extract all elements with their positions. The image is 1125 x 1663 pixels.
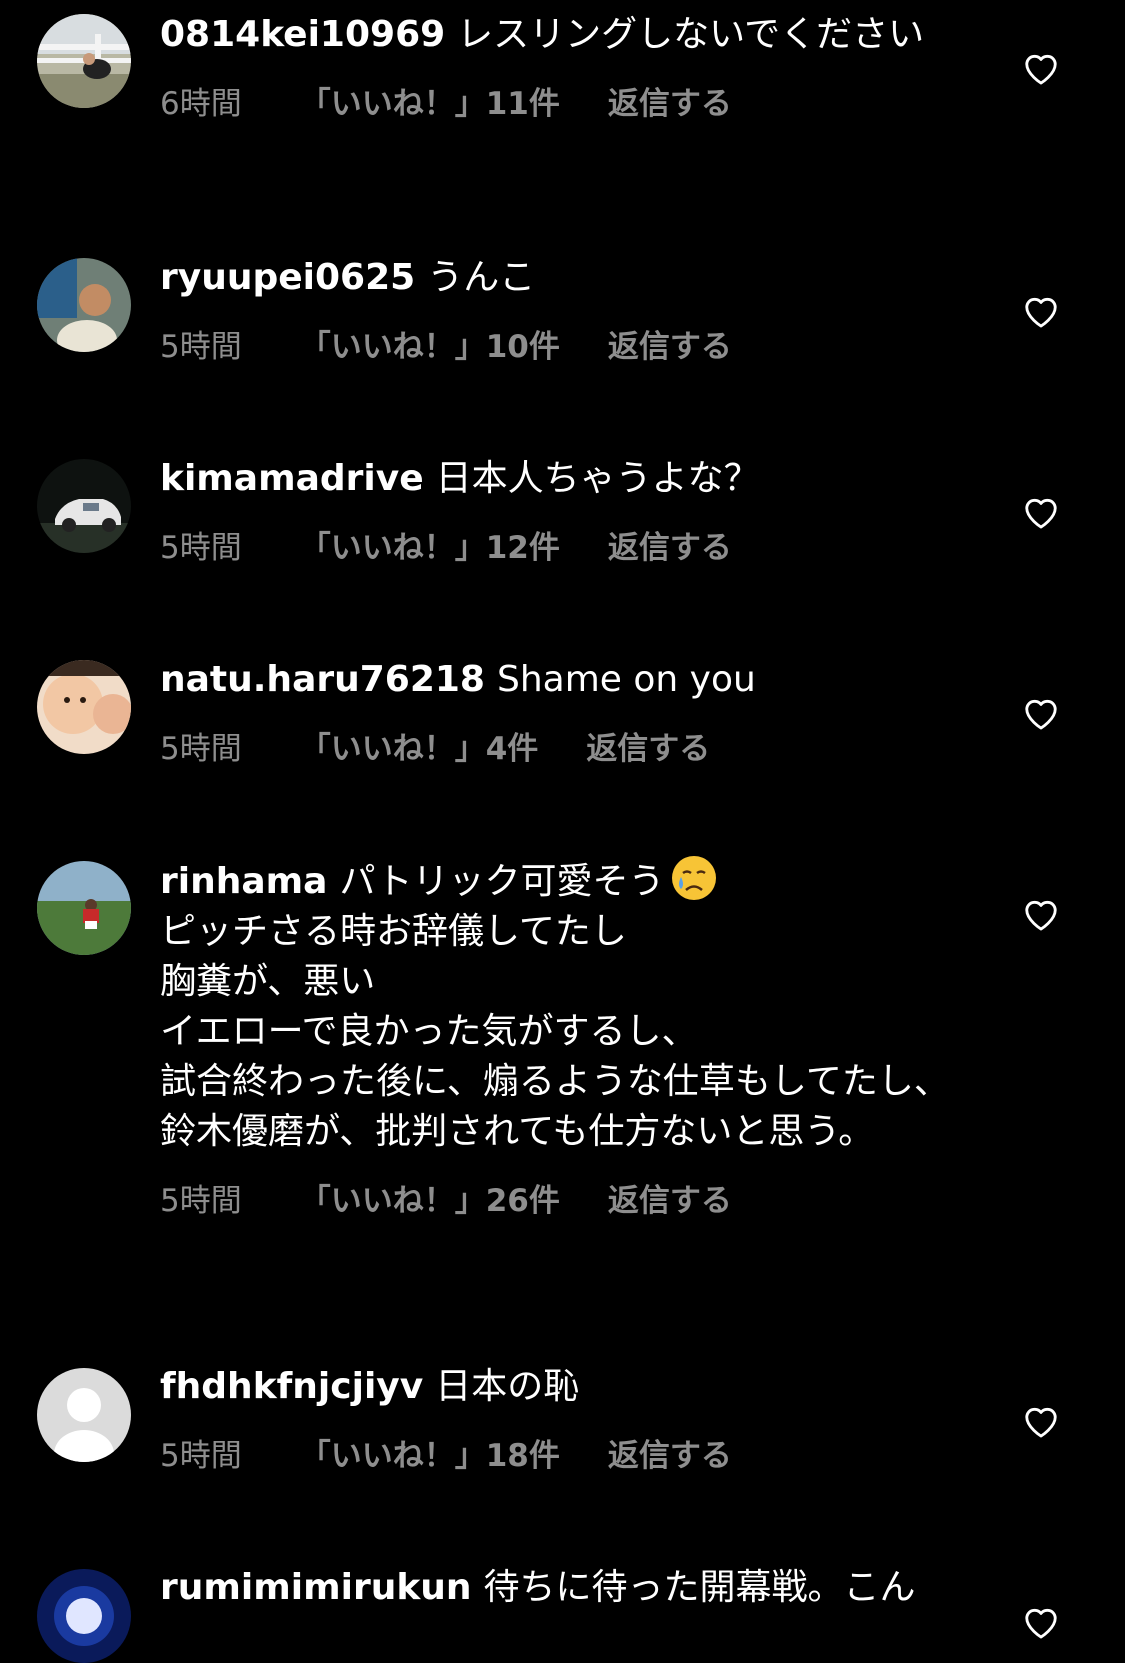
comment-meta: 5時間 「いいね！」4件 返信する [160,723,950,768]
avatar[interactable] [37,861,131,955]
comment-text: 0814kei10969 レスリングしないでください [160,10,950,60]
like-heart-icon[interactable] [1022,494,1060,530]
comment-meta: 5時間 「いいね！」26件 返信する [160,1175,950,1220]
comment-text: kimamadrive 日本人ちゃうよな？ [160,454,950,504]
comment-username[interactable]: 0814kei10969 [160,14,445,55]
avatar[interactable] [37,459,131,553]
comment-text: fhdhkfnjcjiyv 日本の恥 [160,1362,950,1412]
avatar[interactable] [37,1368,131,1462]
comment-username[interactable]: rumimimirukun [160,1567,472,1608]
comment-message: 待ちに待った開幕戦。こん [483,1567,916,1608]
comment-username[interactable]: natu.haru76218 [160,659,485,700]
like-heart-icon[interactable] [1022,50,1060,86]
comment-time: 6時間 [160,86,242,122]
reply-button[interactable]: 返信する [608,78,732,123]
reply-button[interactable]: 返信する [608,321,732,366]
comment-time: 5時間 [160,731,242,767]
comment-meta: 5時間 「いいね！」18件 返信する [160,1430,950,1475]
comment-message: うんこ [427,257,536,298]
comment-meta: 5時間 「いいね！」12件 返信する [160,522,950,567]
like-heart-icon[interactable] [1022,293,1060,329]
comment-message-line: イエローで良かった気がするし、 [160,1011,698,1052]
comment-text: natu.haru76218 Shame on you [160,655,950,705]
comment-username[interactable]: fhdhkfnjcjiyv [160,1366,423,1407]
comment-message: レスリングしないでください [457,14,925,55]
avatar[interactable] [37,660,131,754]
comment-likes[interactable]: 「いいね！」12件 [300,522,560,567]
like-heart-icon[interactable] [1022,695,1060,731]
comment-text: rumimimirukun 待ちに待った開幕戦。こん [160,1563,950,1613]
comment-message: Shame on you [496,659,756,700]
comment-message: 日本人ちゃうよな？ [435,458,760,499]
comment-text: ryuupei0625 うんこ [160,253,950,303]
reply-button[interactable]: 返信する [608,1175,732,1220]
reply-button[interactable]: 返信する [608,1430,732,1475]
comment-meta: 6時間 「いいね！」11件 返信する [160,78,950,123]
comment-likes[interactable]: 「いいね！」18件 [300,1430,560,1475]
avatar[interactable] [37,258,131,352]
like-heart-icon[interactable] [1022,1604,1060,1640]
comment-time: 5時間 [160,1183,242,1219]
comment-time: 5時間 [160,329,242,365]
comment-likes[interactable]: 「いいね！」26件 [300,1175,560,1220]
comment-meta: 5時間 「いいね！」10件 返信する [160,321,950,366]
reply-button[interactable]: 返信する [586,723,710,768]
comment-username[interactable]: kimamadrive [160,458,424,499]
avatar[interactable] [37,1569,131,1663]
like-heart-icon[interactable] [1022,1403,1060,1439]
crying-face-emoji-icon [669,855,719,901]
comment-text: rinhama パトリック可愛そうピッチさる時お辞儀してたし 胸糞が、悪いイエローで… [160,855,950,1157]
comment-message-line: 試合終わった後に、煽るような仕草もしてたし、鈴木優磨が、批判されても仕方ないと思… [160,1061,950,1152]
like-heart-icon[interactable] [1022,896,1060,932]
comment-likes[interactable]: 「いいね！」4件 [300,723,539,768]
comment-likes[interactable]: 「いいね！」11件 [300,78,560,123]
comment-time: 5時間 [160,1438,242,1474]
comment-username[interactable]: ryuupei0625 [160,257,415,298]
comment-time: 5時間 [160,530,242,566]
comment-username[interactable]: rinhama [160,861,327,902]
comment-message: パトリック可愛そう [339,861,665,902]
comment-message-line: 胸糞が、悪い [160,961,376,1002]
comment-message: 日本の恥 [435,1366,580,1407]
comment-message-line: ピッチさる時お辞儀してたし [160,911,627,952]
comment-likes[interactable]: 「いいね！」10件 [300,321,560,366]
reply-button[interactable]: 返信する [608,522,732,567]
avatar[interactable] [37,14,131,108]
